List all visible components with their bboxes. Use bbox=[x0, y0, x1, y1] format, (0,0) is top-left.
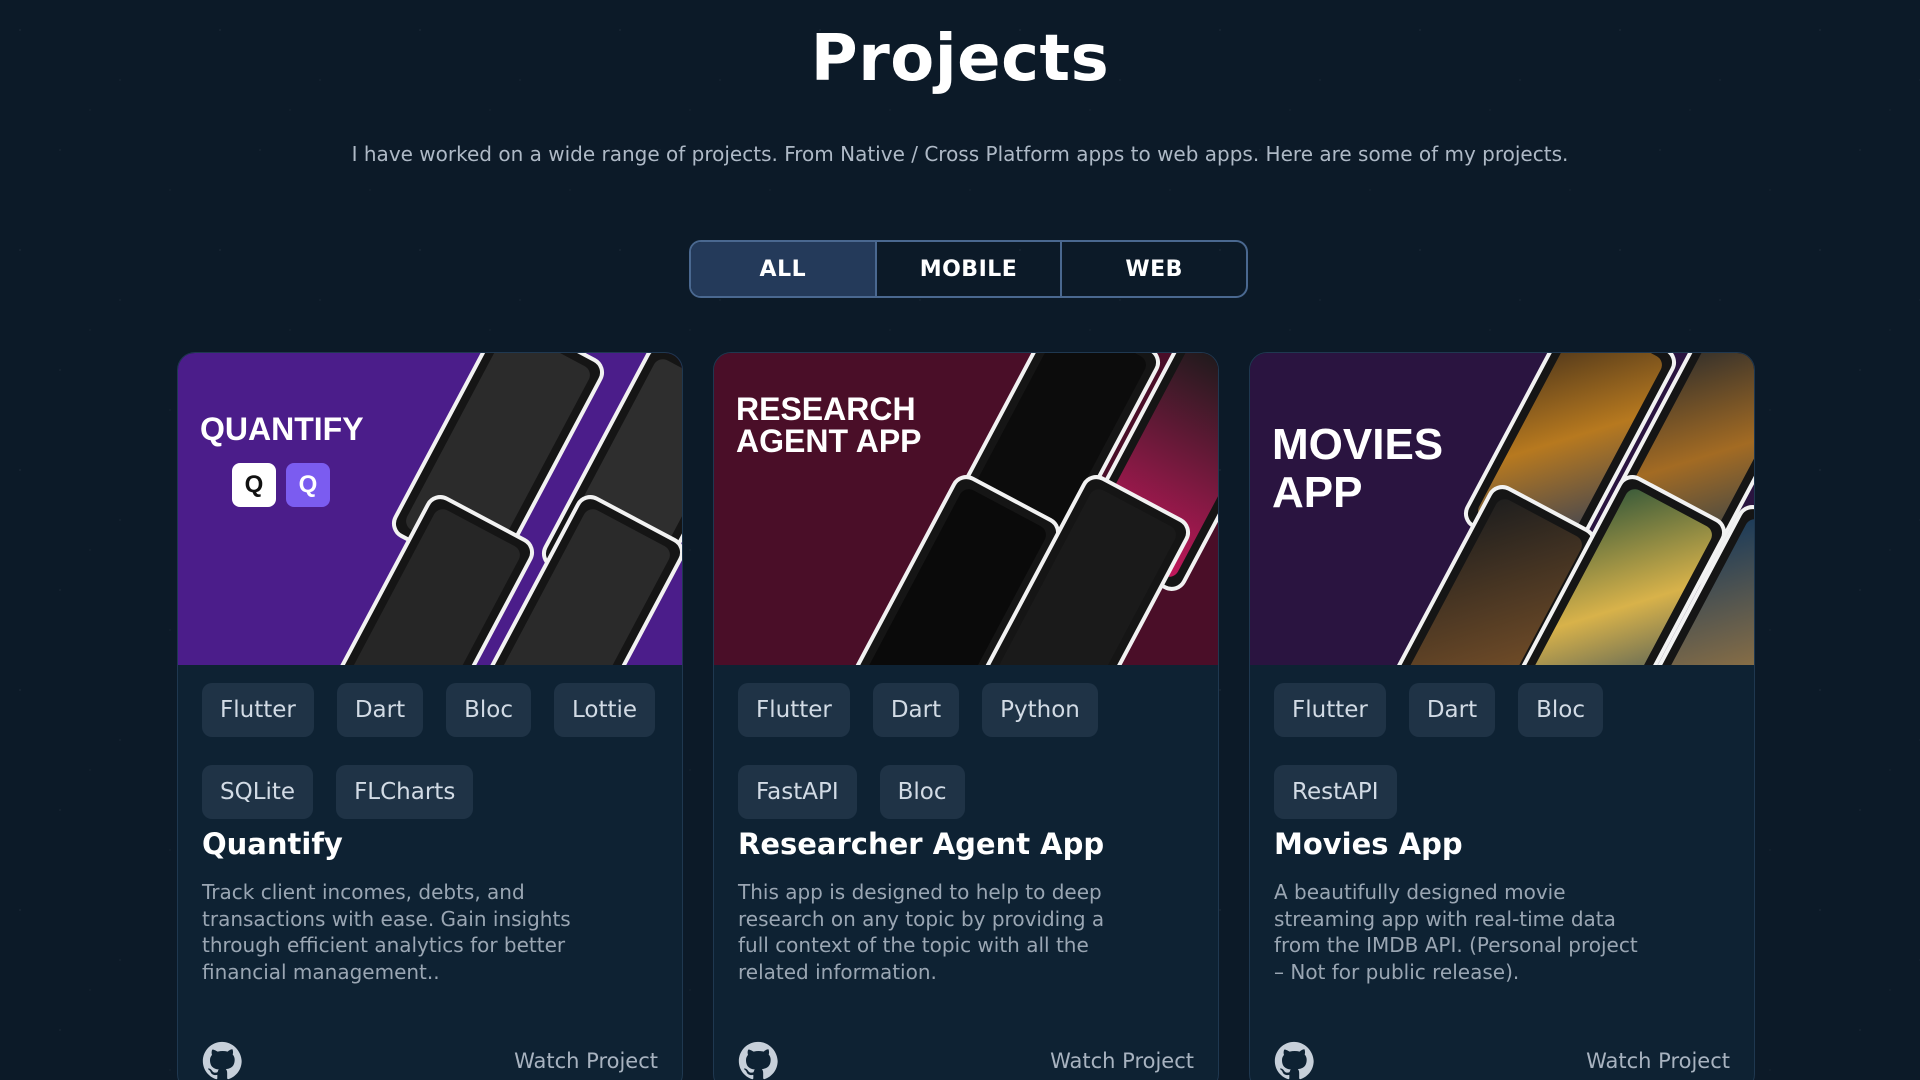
watch-project-link[interactable]: Watch Project bbox=[1586, 1049, 1730, 1073]
card-footer: Watch Project bbox=[738, 1041, 1194, 1080]
tech-tag: Flutter bbox=[1274, 683, 1386, 737]
filter-mobile-button[interactable]: MOBILE bbox=[874, 242, 1061, 296]
github-icon[interactable] bbox=[202, 1041, 242, 1080]
banner-title-line2: AGENT APP bbox=[736, 423, 922, 459]
tech-tag: Flutter bbox=[202, 683, 314, 737]
tech-tag: Dart bbox=[872, 683, 960, 737]
project-title: Researcher Agent App bbox=[738, 827, 1105, 861]
project-card-quantify[interactable]: QUANTIFY Q Q Flutter Dart Bloc Lottie SQ… bbox=[177, 352, 683, 1080]
project-banner: QUANTIFY Q Q bbox=[178, 353, 682, 665]
quantify-logo-dark-icon: Q bbox=[286, 463, 330, 507]
quantify-logo-icon: Q bbox=[232, 463, 276, 507]
project-description: This app is designed to help to deep res… bbox=[738, 880, 1105, 984]
banner-title-line1: MOVIES bbox=[1272, 420, 1444, 469]
tech-tag: FLCharts bbox=[336, 765, 474, 819]
project-card-movies[interactable]: MOVIES APP Flutter Dart Bloc RestAPI Mov… bbox=[1249, 352, 1755, 1080]
banner-title-line2: APP bbox=[1272, 468, 1363, 517]
watch-project-link[interactable]: Watch Project bbox=[514, 1049, 658, 1073]
tech-tags: Flutter Dart Python FastAPI Bloc bbox=[714, 665, 1218, 825]
project-title: Quantify bbox=[202, 827, 343, 861]
project-banner: RESEARCH AGENT APP bbox=[714, 353, 1218, 665]
tech-tag: SQLite bbox=[202, 765, 314, 819]
project-description: Track client incomes, debts, and transac… bbox=[202, 880, 571, 984]
banner-title: QUANTIFY bbox=[200, 411, 364, 447]
github-icon[interactable] bbox=[1274, 1041, 1314, 1080]
tech-tag: Bloc bbox=[879, 765, 965, 819]
project-filter-tabs: ALL MOBILE WEB bbox=[689, 240, 1248, 298]
tech-tag: Lottie bbox=[554, 683, 656, 737]
page-title: Projects bbox=[810, 22, 1110, 96]
tech-tag: Dart bbox=[1408, 683, 1496, 737]
project-banner: MOVIES APP bbox=[1250, 353, 1754, 665]
tech-tags: Flutter Dart Bloc Lottie SQLite FLCharts bbox=[178, 665, 682, 825]
project-card-research-agent[interactable]: RESEARCH AGENT APP Flutter Dart Python F… bbox=[713, 352, 1219, 1080]
tech-tag: Python bbox=[982, 683, 1098, 737]
tech-tag: Bloc bbox=[446, 683, 532, 737]
page-subtitle: I have worked on a wide range of project… bbox=[351, 142, 1569, 166]
project-title: Movies App bbox=[1274, 827, 1463, 861]
github-icon[interactable] bbox=[738, 1041, 778, 1080]
project-description: A beautifully designed movie streaming a… bbox=[1274, 880, 1638, 984]
tech-tag: Bloc bbox=[1518, 683, 1604, 737]
filter-all-button[interactable]: ALL bbox=[691, 242, 875, 296]
tech-tag: RestAPI bbox=[1274, 765, 1397, 819]
filter-web-button[interactable]: WEB bbox=[1060, 242, 1246, 296]
card-footer: Watch Project bbox=[1274, 1041, 1730, 1080]
tech-tag: Flutter bbox=[738, 683, 850, 737]
projects-page: Projects I have worked on a wide range o… bbox=[0, 0, 1920, 1080]
card-footer: Watch Project bbox=[202, 1041, 658, 1080]
banner-title-line1: RESEARCH bbox=[736, 391, 916, 427]
tech-tags: Flutter Dart Bloc RestAPI bbox=[1250, 665, 1754, 825]
tech-tag: FastAPI bbox=[738, 765, 857, 819]
watch-project-link[interactable]: Watch Project bbox=[1050, 1049, 1194, 1073]
tech-tag: Dart bbox=[336, 683, 424, 737]
